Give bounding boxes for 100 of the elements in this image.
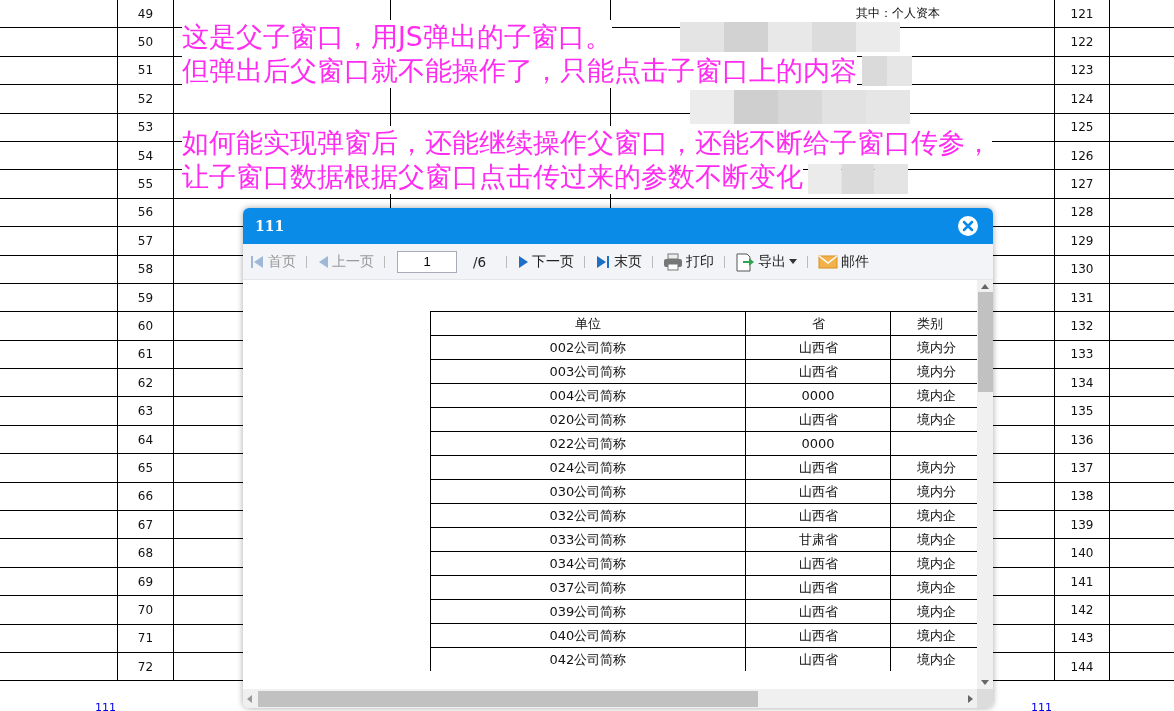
table-cell: 山西省 [746, 648, 891, 671]
row-number: 68 [137, 546, 154, 561]
previous-icon [317, 253, 329, 270]
table-cell: 山西省 [746, 504, 891, 527]
next-icon [517, 253, 530, 270]
row-number: 53 [137, 120, 154, 135]
row-number: 127 [1070, 177, 1094, 192]
page-total: /6 [473, 253, 487, 270]
scroll-left-icon[interactable] [247, 694, 252, 703]
scrollbar-thumb[interactable] [258, 690, 758, 707]
row-number: 138 [1070, 489, 1094, 504]
table-cell: 山西省 [746, 456, 891, 479]
row-number: 67 [137, 517, 154, 532]
table-cell: 山西省 [746, 624, 891, 647]
table-cell: 003公司简称 [431, 360, 746, 383]
row-number: 122 [1070, 35, 1094, 50]
row-number: 135 [1070, 404, 1094, 419]
row-number: 54 [137, 148, 154, 163]
row-number: 51 [137, 63, 154, 78]
row-number: 65 [137, 460, 154, 475]
table-cell: 030公司简称 [431, 480, 746, 503]
footer-text: 111 [95, 701, 116, 711]
table-cell: 甘肃省 [746, 528, 891, 551]
row-label: 其中：个人资本 [855, 5, 940, 23]
annotation-text: 如何能实现弹窗后，还能继续操作父窗口，还能不断给子窗口传参， [182, 126, 992, 160]
table-cell: 002公司简称 [431, 336, 746, 359]
caret-icon [789, 259, 798, 264]
row-number: 123 [1070, 63, 1094, 78]
row-number: 134 [1070, 375, 1094, 390]
table-cell: 0000 [746, 432, 891, 455]
page-number-field[interactable]: 1 [397, 250, 457, 273]
mosaic-patch [862, 56, 912, 86]
row-number: 64 [137, 432, 154, 447]
row-number: 137 [1070, 460, 1094, 475]
envelope-icon [818, 253, 839, 270]
printer-icon [663, 252, 684, 271]
row-number: 60 [137, 319, 154, 333]
scrollbar-corner [977, 689, 993, 708]
row-number: 143 [1070, 631, 1094, 646]
row-number: 56 [137, 205, 154, 220]
row-number: 140 [1070, 546, 1094, 561]
row-number: 125 [1070, 120, 1094, 135]
row-number: 131 [1070, 290, 1094, 305]
row-number: 130 [1070, 262, 1094, 277]
last-page-icon [595, 253, 612, 270]
table-cell: 040公司简称 [431, 624, 746, 647]
table-cell: 033公司简称 [431, 528, 746, 551]
table-cell: 037公司简称 [431, 576, 746, 599]
last-button[interactable]: 末页 [593, 252, 645, 271]
column-header: 省 [746, 312, 891, 335]
row-number: 141 [1070, 574, 1094, 589]
row-number: 124 [1070, 91, 1094, 106]
row-number: 59 [137, 290, 154, 305]
vertical-scrollbar[interactable] [977, 280, 993, 689]
annotation-text: 但弹出后父窗口就不能操作了，只能点击子窗口上的内容 [182, 54, 857, 88]
row-number: 69 [137, 574, 154, 589]
row-number: 139 [1070, 517, 1094, 532]
row-number: 132 [1070, 319, 1094, 333]
print-button[interactable]: 打印 [661, 252, 717, 271]
row-number: 61 [137, 347, 154, 362]
export-button[interactable]: 导出 [733, 251, 800, 272]
annotation-text: 让子窗口数据根据父窗口点击传过来的参数不断变化 [182, 160, 803, 194]
table-cell: 020公司简称 [431, 408, 746, 431]
next-button[interactable]: 下一页 [515, 252, 577, 271]
row-number: 49 [137, 6, 154, 21]
table-cell: 024公司简称 [431, 456, 746, 479]
row-number: 63 [137, 404, 154, 419]
row-number: 144 [1070, 659, 1094, 674]
export-icon [735, 251, 756, 272]
table-cell: 042公司简称 [431, 648, 746, 671]
annotation-text: 这是父子窗口，用JS弹出的子窗口。 [182, 20, 612, 54]
scrollbar-thumb[interactable] [977, 292, 993, 392]
table-cell: 山西省 [746, 360, 891, 383]
row-number: 71 [137, 631, 154, 646]
first-page-icon [249, 253, 265, 270]
row-number: 136 [1070, 432, 1094, 447]
mail-button[interactable]: 邮件 [816, 252, 872, 271]
row-number: 121 [1070, 6, 1094, 21]
row-number: 70 [137, 602, 154, 617]
row-number: 58 [137, 262, 154, 277]
table-cell: 山西省 [746, 552, 891, 575]
table-cell: 0000 [746, 384, 891, 407]
close-button[interactable] [957, 215, 979, 237]
dialog-title: 111 [255, 218, 285, 234]
row-number: 129 [1070, 233, 1094, 248]
row-number: 126 [1070, 148, 1094, 163]
table-cell: 034公司简称 [431, 552, 746, 575]
footer-text: 111 [1031, 701, 1052, 711]
table-cell: 山西省 [746, 480, 891, 503]
table-cell: 山西省 [746, 576, 891, 599]
table-cell: 022公司简称 [431, 432, 746, 455]
scroll-down-icon[interactable] [981, 680, 989, 685]
row-number: 62 [137, 375, 154, 390]
row-number: 142 [1070, 602, 1094, 617]
row-number: 133 [1070, 347, 1094, 362]
horizontal-scrollbar[interactable] [243, 689, 977, 708]
scroll-up-icon[interactable] [981, 284, 989, 289]
column-header: 单位 [431, 312, 746, 335]
row-number: 57 [137, 233, 154, 248]
scroll-right-icon[interactable] [968, 694, 973, 703]
